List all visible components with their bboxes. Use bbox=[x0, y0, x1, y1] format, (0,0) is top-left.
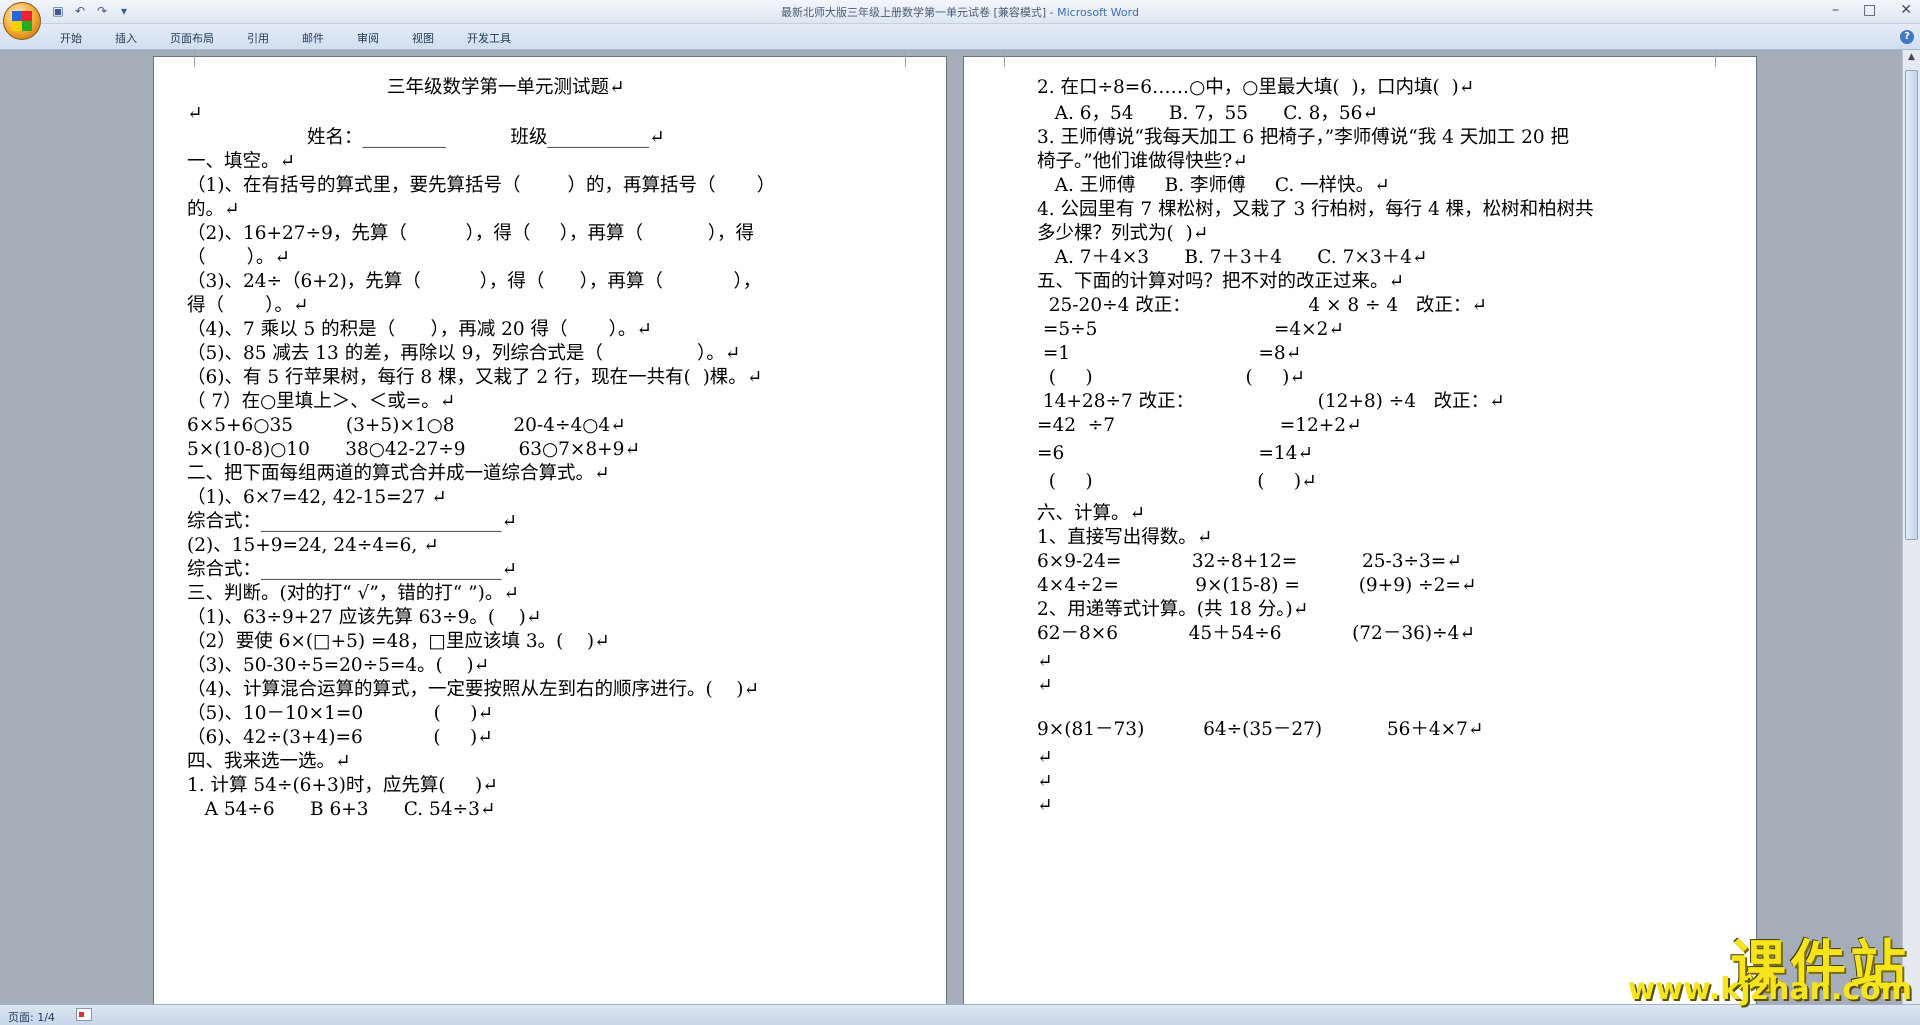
watermark-url: www.kjzhan.com bbox=[1627, 972, 1912, 1007]
page-right: 2. 在口÷8=6……○中，○里最大填( )，口内填( )↵ A. 6，54 B… bbox=[963, 50, 1757, 1004]
maximize-icon[interactable]: □ bbox=[1863, 2, 1876, 18]
text-line: 得（ ）。↵ bbox=[187, 295, 309, 316]
text-line: 二、把下面每组两道的算式合并成一道综合算式。↵ bbox=[187, 463, 610, 484]
text-line: （ ）。↵ bbox=[187, 247, 290, 268]
text-line: （4)、计算混合运算的算式，一定要按照从左到右的顺序进行。( )↵ bbox=[187, 679, 759, 700]
text-line: =1 =8↵ bbox=[1037, 343, 1302, 364]
text-line: 25-20÷4 改正： 4 × 8 ÷ 4 改正：↵ bbox=[1037, 295, 1487, 316]
tab-home[interactable]: 开始 bbox=[60, 30, 82, 46]
text-line: 14+28÷7 改正： (12+8) ÷4 改正：↵ bbox=[1037, 391, 1505, 412]
text-line: A. 6，54 B. 7，55 C. 8，56↵ bbox=[1037, 103, 1378, 124]
text-line: 多少棵？列式为( )↵ bbox=[1037, 223, 1209, 244]
text-line: 2、用递等式计算。(共 18 分。)↵ bbox=[1037, 599, 1309, 620]
text-line: 9×(81－73) 64÷(35－27) 56＋4×7↵ bbox=[1037, 719, 1484, 740]
window-title: 最新北师大版三年级上册数学第一单元试卷 [兼容模式] - Microsoft W… bbox=[0, 4, 1920, 20]
tab-insert[interactable]: 插入 bbox=[115, 30, 137, 46]
text-line: （1)、63÷9+27 应该先算 63÷9。( )↵ bbox=[187, 607, 542, 628]
text-line: ↵ bbox=[1037, 771, 1053, 792]
tab-page-layout[interactable]: 页面布局 bbox=[170, 30, 214, 46]
text-line: 综合式：__________________________↵ bbox=[187, 559, 518, 580]
text-line: （4)、7 乘以 5 的积是（ ），再减 20 得（ ）。↵ bbox=[187, 319, 652, 340]
close-icon[interactable]: ✕ bbox=[1900, 2, 1912, 18]
text-line: =5÷5 =4×2↵ bbox=[1037, 319, 1344, 340]
text-line: ↵ bbox=[1037, 675, 1053, 696]
tab-references[interactable]: 引用 bbox=[247, 30, 269, 46]
tab-developer[interactable]: 开发工具 bbox=[467, 30, 511, 46]
document-title: 最新北师大版三年级上册数学第一单元试卷 [兼容模式] - bbox=[781, 6, 1058, 19]
text-line: 62－8×6 45＋54÷6 (72－36)÷4↵ bbox=[1037, 623, 1475, 644]
text-line: 3. 王师傅说“我每天加工 6 把椅子，”李师傅说“我 4 天加工 20 把 bbox=[1037, 127, 1570, 148]
margin-mark bbox=[884, 50, 906, 67]
text-line: （1)、6×7=42, 42-15=27 ↵ bbox=[187, 487, 447, 508]
office-logo-icon bbox=[12, 11, 32, 31]
office-button[interactable] bbox=[3, 2, 41, 40]
margin-mark bbox=[1004, 50, 1026, 67]
text-line: 6×9-24= 32÷8+12= 25-3÷3=↵ bbox=[1037, 551, 1462, 572]
proofing-icon[interactable] bbox=[76, 1008, 92, 1021]
text-line: 姓名：_________ 班级___________↵ bbox=[307, 127, 665, 148]
watermark: 课件站 www.kjzhan.com bbox=[1628, 922, 1920, 1007]
ribbon: 开始 插入 页面布局 引用 邮件 审阅 视图 开发工具 ? bbox=[0, 24, 1920, 50]
text-line: 三、判断。(对的打“ √”，错的打“ ”)。↵ bbox=[187, 583, 519, 604]
text-line: 1、直接写出得数。↵ bbox=[1037, 527, 1213, 548]
text-line: （5)、10－10×1=0 ( )↵ bbox=[187, 703, 494, 724]
text-line: ↵ bbox=[1037, 747, 1053, 768]
text-line: 4×4÷2= 9×(15-8) = (9+9) ÷2=↵ bbox=[1037, 575, 1477, 596]
text-line: ( ) ( )↵ bbox=[1037, 471, 1317, 492]
text-line: (2)、15+9=24, 24÷4=6, ↵ bbox=[187, 535, 439, 556]
text-line: （5)、85 减去 13 的差，再除以 9，列综合式是（ ）。↵ bbox=[187, 343, 741, 364]
text-line: 5×(10-8)○10 38○42-27÷9 63○7×8+9↵ bbox=[187, 439, 640, 460]
minimize-icon[interactable]: – bbox=[1832, 2, 1839, 18]
text-line: A. 7＋4×3 B. 7＋3＋4 C. 7×3＋4↵ bbox=[1037, 247, 1428, 268]
text-line: （6)、42÷(3+4)=6 ( )↵ bbox=[187, 727, 493, 748]
text-line: 五、下面的计算对吗？把不对的改正过来。↵ bbox=[1037, 271, 1405, 292]
text-line: 一、填空。↵ bbox=[187, 151, 296, 172]
text-line: （6)、有 5 行苹果树，每行 8 棵，又栽了 2 行，现在一共有( )棵。↵ bbox=[187, 367, 763, 388]
text-line: （3)、24÷（6+2)，先算（ ），得（ ），再算（ ）， bbox=[187, 271, 762, 292]
text-line: 六、计算。↵ bbox=[1037, 503, 1146, 524]
text-line: （3)、50-30÷5=20÷5=4。( )↵ bbox=[187, 655, 490, 676]
page-count[interactable]: 页面: 1/4 bbox=[8, 1009, 55, 1025]
text-line: A. 王师傅 B. 李师傅 C. 一样快。↵ bbox=[1037, 175, 1390, 196]
text-line: 综合式：__________________________↵ bbox=[187, 511, 518, 532]
text-line: ( ) ( )↵ bbox=[1037, 367, 1305, 388]
page-left: 三年级数学第一单元测试题↵ ↵ 姓名：_________ 班级___________… bbox=[153, 50, 947, 1004]
text-line: 四、我来选一选。↵ bbox=[187, 751, 351, 772]
tab-review[interactable]: 审阅 bbox=[357, 30, 379, 46]
scroll-thumb[interactable] bbox=[1905, 70, 1918, 540]
text-line: ↵ bbox=[1037, 651, 1053, 672]
tab-view[interactable]: 视图 bbox=[412, 30, 434, 46]
vertical-scrollbar[interactable]: ▲ bbox=[1902, 50, 1920, 1004]
document-area: 三年级数学第一单元测试题↵ ↵ 姓名：_________ 班级___________… bbox=[0, 50, 1902, 1004]
text-line: （ 7）在○里填上＞、＜或=。↵ bbox=[187, 391, 456, 412]
text-line: 的。↵ bbox=[187, 199, 240, 220]
text-line: （2）要使 6×(□+5) =48，□里应该填 3。( )↵ bbox=[187, 631, 610, 652]
text-line: （1)、在有括号的算式里，要先算括号（ ）的，再算括号（ ） bbox=[187, 175, 776, 196]
margin-mark bbox=[194, 50, 216, 67]
title-bar: ▣ ↶ ↷ ▾ 最新北师大版三年级上册数学第一单元试卷 [兼容模式] - Mic… bbox=[0, 0, 1920, 24]
text-line: A 54÷6 B 6+3 C. 54÷3↵ bbox=[187, 799, 496, 820]
text-line: 6×5+6○35 (3+5)×1○8 20-4÷4○4↵ bbox=[187, 415, 626, 436]
text-line: 2. 在口÷8=6……○中，○里最大填( )，口内填( )↵ bbox=[1037, 77, 1475, 98]
text-line: =42 ÷7 =12+2↵ bbox=[1037, 415, 1362, 436]
document-title: 三年级数学第一单元测试题↵ bbox=[387, 77, 625, 98]
text-line: ↵ bbox=[187, 103, 203, 124]
tab-mailings[interactable]: 邮件 bbox=[302, 30, 324, 46]
app-name: Microsoft Word bbox=[1057, 6, 1139, 19]
scroll-up-icon[interactable]: ▲ bbox=[1905, 52, 1918, 66]
ribbon-tabs: 开始 插入 页面布局 引用 邮件 审阅 视图 开发工具 bbox=[60, 30, 544, 46]
window-controls: – □ ✕ bbox=[1832, 2, 1912, 18]
text-line: =6 =14↵ bbox=[1037, 443, 1313, 464]
text-line: 1. 计算 54÷(6+3)时，应先算( )↵ bbox=[187, 775, 498, 796]
status-bar: 页面: 1/4 bbox=[0, 1004, 1920, 1025]
text-line: （2)、16+27÷9，先算（ ），得（ ），再算（ ），得 bbox=[187, 223, 754, 244]
text-line: ↵ bbox=[1037, 795, 1053, 816]
text-line: 椅子。”他们谁做得快些?↵ bbox=[1037, 151, 1248, 172]
margin-mark bbox=[1694, 50, 1716, 67]
help-icon[interactable]: ? bbox=[1900, 30, 1914, 44]
text-line: 4. 公园里有 7 棵松树，又栽了 3 行柏树，每行 4 棵，松树和柏树共 bbox=[1037, 199, 1594, 220]
